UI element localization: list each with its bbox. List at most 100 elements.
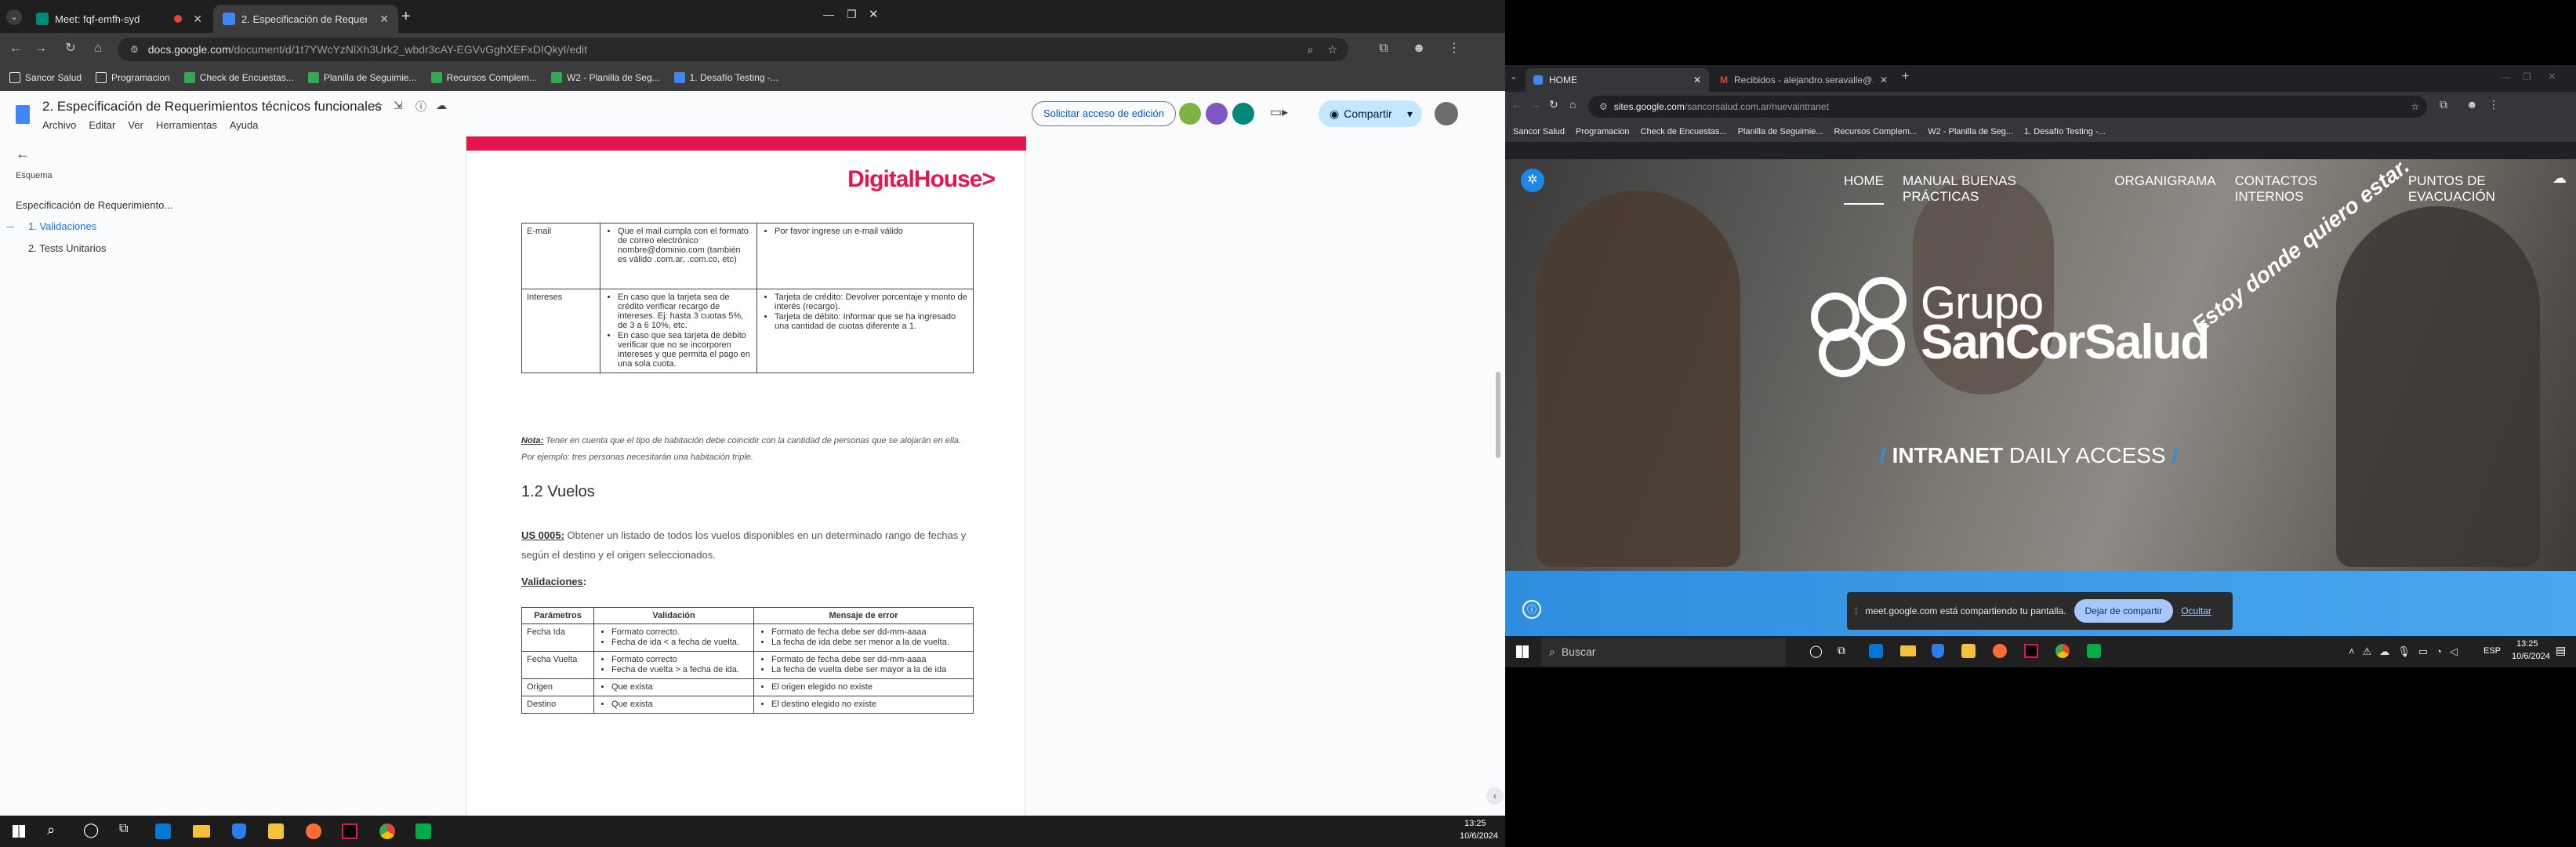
intellij-icon[interactable] <box>342 823 357 839</box>
outline-item[interactable]: 2. Tests Unitarios <box>28 242 106 254</box>
bookmark-item[interactable]: W2 - Planilla de Seg... <box>1928 127 2013 136</box>
collapse-panel-icon[interactable]: ‹ <box>1486 787 1504 805</box>
status-icon[interactable]: ⓘ <box>415 99 426 115</box>
bookmark-item[interactable]: Planilla de Seguimie... <box>1738 127 1823 136</box>
collaborator-avatar[interactable] <box>1179 103 1201 125</box>
video-call-icon[interactable]: ▭▸ <box>1270 104 1288 120</box>
close-window-icon[interactable]: ✕ <box>2548 71 2556 83</box>
clock-date[interactable]: 10/6/2024 <box>2512 652 2550 661</box>
volume-icon[interactable]: ◁ <box>2450 645 2458 658</box>
bookmark-item[interactable]: Sancor Salud <box>9 72 82 83</box>
close-tab-icon[interactable]: ✕ <box>1880 75 1888 85</box>
chrome-icon[interactable] <box>379 823 395 839</box>
meet-icon[interactable] <box>415 823 431 839</box>
sticky-notes-icon[interactable] <box>268 823 284 839</box>
start-icon[interactable] <box>1516 645 1529 658</box>
docs-logo-icon[interactable] <box>16 105 30 124</box>
minimize-icon[interactable]: — <box>2501 71 2510 82</box>
bookmark-item[interactable]: Check de Encuestas... <box>1641 127 1727 136</box>
cloud-icon[interactable]: ☁ <box>2552 170 2567 187</box>
menu-icon[interactable]: ⋮ <box>1446 41 1462 56</box>
bookmark-item[interactable]: Recursos Complem... <box>1834 127 1917 136</box>
close-tab-icon[interactable]: ✕ <box>379 13 389 26</box>
menu-herramientas[interactable]: Herramientas <box>156 119 217 131</box>
intellij-icon[interactable] <box>2024 644 2038 658</box>
share-button[interactable]: ◉ Compartir ▾ <box>1319 100 1422 127</box>
profile-icon[interactable]: ☻ <box>1411 41 1427 56</box>
tab-home[interactable]: HOME ✕ <box>1526 68 1709 92</box>
profile-icon[interactable]: ☻ <box>2466 98 2478 111</box>
site-logo-icon[interactable]: ✲ <box>1521 169 1544 192</box>
network-icon[interactable]: ◔ <box>2436 645 2442 658</box>
bookmark-item[interactable]: Programacion <box>96 72 170 83</box>
cortana-icon[interactable]: ◯ <box>83 822 99 838</box>
bookmark-star-icon[interactable]: ☆ <box>1327 43 1337 56</box>
collaborator-avatar[interactable] <box>1206 103 1228 125</box>
search-icon[interactable]: ⌕ <box>47 822 55 838</box>
onedrive-icon[interactable]: ☁ <box>2379 645 2389 658</box>
site-info-icon[interactable]: ⚙ <box>1599 101 1608 112</box>
menu-ayuda[interactable]: Ayuda <box>230 119 259 131</box>
chevron-up-icon[interactable]: ˄ <box>2349 645 2355 658</box>
reload-icon[interactable]: ↻ <box>1549 98 1558 111</box>
restore-icon[interactable]: ❐ <box>847 8 857 21</box>
close-tab-icon[interactable]: ✕ <box>193 13 202 26</box>
extensions-icon[interactable]: ⧉ <box>2440 98 2447 111</box>
drag-handle-icon[interactable]: ⁞ <box>1855 605 1857 616</box>
menu-icon[interactable]: ⋮ <box>2488 98 2499 111</box>
close-tab-icon[interactable]: ✕ <box>1693 75 1701 85</box>
security-icon[interactable] <box>1932 644 1944 658</box>
collaborator-avatar[interactable] <box>1232 103 1254 125</box>
task-view-icon[interactable]: ⧉ <box>1838 644 1845 657</box>
doc-title[interactable]: 2. Especificación de Requerimientos técn… <box>42 99 382 115</box>
tab-meet[interactable]: Meet: fqf-emfh-syd ✕ <box>27 5 212 33</box>
star-icon[interactable]: ☆ <box>373 99 383 113</box>
nav-manual[interactable]: MANUAL BUENAS PRÁCTICAS <box>1903 173 2095 205</box>
back-icon[interactable]: ← <box>8 41 24 56</box>
tab-search-button[interactable]: ⌄ <box>1510 71 1517 82</box>
language-indicator[interactable]: ESP <box>2483 646 2501 656</box>
omnibox[interactable]: ⚙ sites.google.com/sancorsalud.com.ar/nu… <box>1588 96 2427 118</box>
nav-organigrama[interactable]: ORGANIGRAMA <box>2114 173 2215 205</box>
bookmark-item[interactable]: Planilla de Seguimie... <box>307 72 417 83</box>
extensions-icon[interactable]: ⧉ <box>1376 41 1391 56</box>
info-icon[interactable]: ⓘ <box>1522 600 1541 619</box>
nav-evacuacion[interactable]: PUNTOS DE EVACUACIÓN <box>2408 173 2576 205</box>
nav-home[interactable]: HOME <box>1844 173 1884 205</box>
taskbar-search-box[interactable]: ⌕ Buscar <box>1541 638 1786 666</box>
postman-icon[interactable] <box>306 823 321 839</box>
back-arrow-icon[interactable]: ← <box>16 146 30 162</box>
tab-gmail[interactable]: M Recibidos - alejandro.seravalle@... ✕ <box>1712 68 1896 92</box>
scrollbar-thumb[interactable] <box>1496 372 1500 458</box>
new-tab-button[interactable]: + <box>401 8 411 26</box>
minimize-icon[interactable]: — <box>823 8 834 20</box>
file-explorer-icon[interactable] <box>193 825 210 838</box>
outline-item[interactable]: Especificación de Requerimiento... <box>16 199 172 211</box>
bookmark-item[interactable]: 1. Desafío Testing -... <box>673 72 778 83</box>
hide-button[interactable]: Ocultar <box>2181 605 2211 616</box>
notifications-icon[interactable]: ▤ <box>2556 644 2566 657</box>
zoom-icon[interactable]: ⌕ <box>1308 43 1314 56</box>
bookmark-item[interactable]: W2 - Planilla de Seg... <box>550 72 660 83</box>
home-icon[interactable]: ⌂ <box>1569 98 1576 111</box>
back-icon[interactable]: ← <box>1511 98 1522 111</box>
bookmark-item[interactable]: Recursos Complem... <box>430 72 537 83</box>
chevron-down-icon[interactable]: ▾ <box>1407 107 1413 121</box>
file-explorer-icon[interactable] <box>1900 645 1916 656</box>
home-icon[interactable]: ⌂ <box>90 41 106 56</box>
stop-sharing-button[interactable]: Dejar de compartir <box>2073 599 2174 623</box>
bookmark-item[interactable]: Programacion <box>1576 127 1629 136</box>
reload-icon[interactable]: ↻ <box>63 41 78 56</box>
close-window-icon[interactable]: ✕ <box>869 7 879 21</box>
menu-editar[interactable]: Editar <box>89 119 115 131</box>
bookmark-item[interactable]: 1. Desafío Testing -... <box>2024 127 2106 136</box>
site-info-icon[interactable]: ⚙ <box>130 44 139 55</box>
new-tab-button[interactable]: + <box>1902 70 1909 84</box>
bookmark-star-icon[interactable]: ☆ <box>2411 101 2419 112</box>
intranet-banner[interactable]: / INTRANET DAILY ACCESS / <box>1880 443 2178 468</box>
move-icon[interactable]: ⇲ <box>394 99 403 112</box>
doc-page[interactable]: DigitalHouse> E-mail Que el mail cumpla … <box>466 136 1026 816</box>
sticky-notes-icon[interactable] <box>1961 644 1976 658</box>
taskbar-date[interactable]: 10/6/2024 <box>1460 831 1498 841</box>
forward-icon[interactable]: → <box>1530 98 1541 111</box>
